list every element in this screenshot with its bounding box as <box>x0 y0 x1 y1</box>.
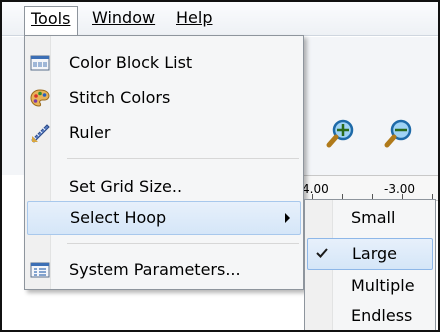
submenu-arrow-icon <box>285 213 290 223</box>
menu-separator <box>67 158 299 159</box>
menu-item-system-parameters[interactable]: System Parameters... <box>27 253 301 287</box>
hoop-option-label: Endless <box>351 306 413 325</box>
hoop-option-label: Multiple <box>351 276 415 295</box>
menu-item-label: Color Block List <box>69 53 193 72</box>
tools-menu: Color Block List Stitch Colors Ruler Set… <box>24 35 304 290</box>
ruler-label: 4.00 <box>302 182 329 196</box>
menu-help-label: Help <box>176 8 213 27</box>
ruler-icon <box>31 124 50 143</box>
hoop-option-label: Large <box>352 244 398 263</box>
menu-item-label: Select Hoop <box>70 208 167 227</box>
ruler-label: -3.00 <box>384 182 416 196</box>
hoop-option-small[interactable]: Small <box>307 202 433 234</box>
menu-item-label: Set Grid Size.. <box>69 177 183 196</box>
select-hoop-submenu: Small Large Multiple Endless <box>304 199 436 330</box>
menu-item-set-grid-size[interactable]: Set Grid Size.. <box>27 170 301 204</box>
menu-window[interactable]: Window <box>86 6 161 32</box>
app-window: 4.00 -3.00 Window Help Tools Color Block… <box>0 0 440 332</box>
menu-item-label: Ruler <box>69 123 111 142</box>
hoop-option-label: Small <box>351 208 396 227</box>
palette-icon <box>30 89 50 107</box>
zoom-in-icon[interactable] <box>324 117 358 151</box>
color-block-list-icon <box>30 55 50 71</box>
menu-tools-label: Tools <box>31 9 71 28</box>
hoop-option-large[interactable]: Large <box>307 238 433 270</box>
system-parameters-icon <box>30 262 50 278</box>
menu-item-select-hoop[interactable]: Select Hoop <box>27 201 301 235</box>
menu-item-label: System Parameters... <box>69 260 241 279</box>
checkmark-icon <box>316 248 328 258</box>
hoop-option-endless[interactable]: Endless <box>307 300 433 330</box>
menu-item-label: Stitch Colors <box>69 88 171 107</box>
hoop-option-multiple[interactable]: Multiple <box>307 270 433 302</box>
zoom-out-icon[interactable] <box>382 117 416 151</box>
menu-item-color-block-list[interactable]: Color Block List <box>27 46 301 80</box>
menu-separator <box>67 243 299 244</box>
menu-item-stitch-colors[interactable]: Stitch Colors <box>27 81 301 115</box>
menu-window-label: Window <box>92 8 156 27</box>
menu-help[interactable]: Help <box>170 6 218 32</box>
horizontal-ruler: 4.00 -3.00 <box>302 175 438 201</box>
menu-tools[interactable]: Tools <box>24 6 78 37</box>
menu-item-ruler[interactable]: Ruler <box>27 116 301 150</box>
